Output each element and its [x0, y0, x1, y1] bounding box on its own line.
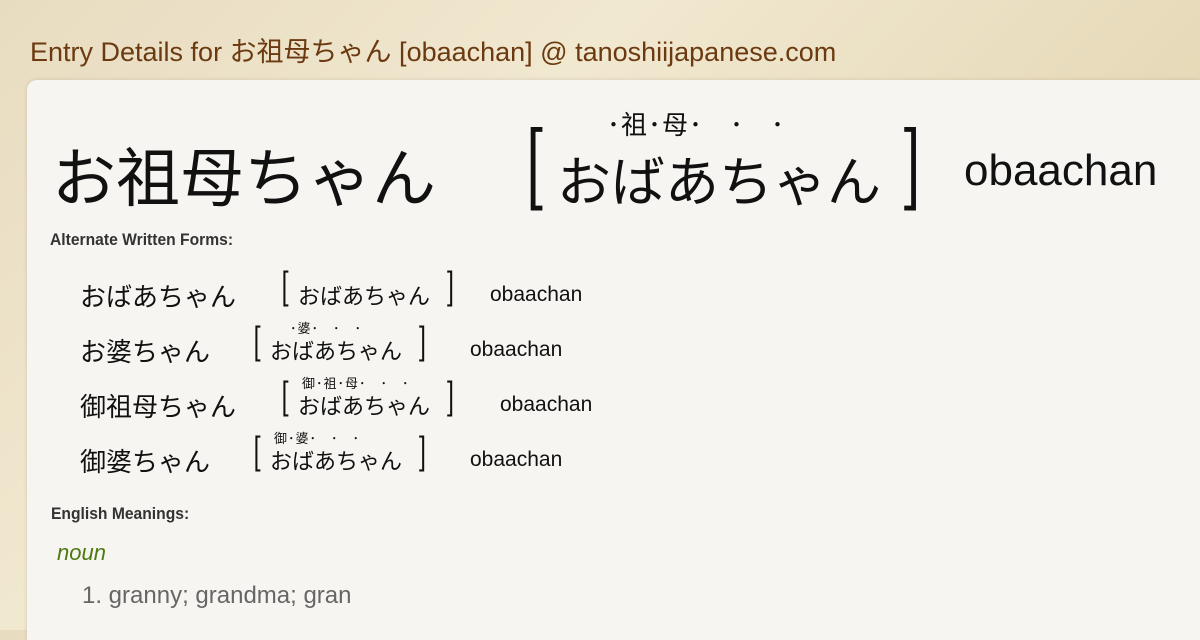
english-meanings-label: English Meanings: [51, 504, 190, 523]
meaning-item: 1. granny; grandma; gran [82, 582, 352, 609]
entry-reading: おばあちゃん [557, 151, 881, 214]
alternate-word: 御祖母ちゃん [80, 393, 237, 423]
entry-ruby: ･祖･母･ ･ ･ [607, 111, 786, 141]
alternate-romaji: obaachan [490, 283, 583, 306]
alternate-reading: おばあちゃん [298, 285, 431, 310]
page-title: Entry Details for お祖母ちゃん [obaachan] @ ta… [30, 37, 837, 67]
part-of-speech: noun [57, 540, 106, 565]
left-bracket: [ [526, 112, 547, 221]
alternate-forms-label: Alternate Written Forms: [50, 230, 234, 249]
alternate-reading: おばあちゃん [298, 395, 431, 420]
alternate-word: 御婆ちゃん [80, 448, 211, 478]
right-bracket: ] [445, 375, 455, 421]
right-bracket: ] [417, 430, 427, 476]
alternate-word: お婆ちゃん [80, 338, 211, 368]
right-bracket: ] [900, 112, 921, 221]
left-bracket: [ [281, 265, 291, 311]
alternate-romaji: obaachan [500, 393, 593, 416]
alternate-romaji: obaachan [470, 338, 563, 361]
left-bracket: [ [253, 430, 263, 476]
alternate-reading: おばあちゃん [270, 450, 403, 475]
entry-romaji: obaachan [964, 146, 1158, 195]
right-bracket: ] [445, 265, 455, 311]
left-bracket: [ [281, 375, 291, 421]
alternate-reading: おばあちゃん [270, 340, 403, 365]
entry-word: お祖母ちゃん [52, 143, 436, 217]
alternate-romaji: obaachan [470, 448, 563, 471]
right-bracket: ] [417, 320, 427, 366]
left-bracket: [ [253, 320, 263, 366]
alternate-word: おばあちゃん [80, 283, 237, 313]
